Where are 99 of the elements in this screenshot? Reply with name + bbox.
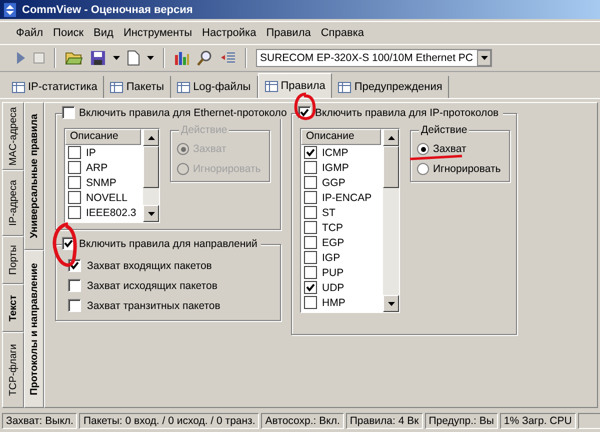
scroll-down-icon[interactable] [148, 212, 154, 216]
checkbox[interactable] [68, 176, 81, 189]
scrollbar[interactable] [143, 129, 159, 222]
list-item[interactable]: EGP [301, 235, 383, 250]
checkbox-label[interactable]: Включить правила для направлений [62, 237, 262, 250]
checkbox[interactable] [68, 206, 81, 219]
checkbox[interactable] [68, 161, 81, 174]
status-panel [578, 413, 600, 429]
adapter-dropdown[interactable]: SURECOM EP-320X-S 100/10M Ethernet PC [256, 49, 492, 67]
list-item[interactable]: HMP [301, 295, 383, 310]
app-icon [4, 2, 16, 16]
side-tab[interactable]: Текст [2, 284, 24, 332]
checkbox[interactable] [304, 206, 317, 219]
list-item[interactable]: NOVELL [65, 190, 143, 205]
tab-icon [110, 82, 124, 92]
column-header[interactable]: Описание [301, 129, 381, 145]
side-tab[interactable]: Порты [2, 236, 24, 284]
menu-item[interactable]: Вид [90, 25, 118, 41]
radio-button[interactable] [417, 143, 429, 155]
side-tab[interactable]: Универсальные правила [24, 102, 44, 250]
side-tab[interactable]: IP-адреса [2, 170, 24, 236]
scrollbar[interactable] [383, 129, 399, 312]
status-text: Предупр.: Вы [424, 413, 498, 429]
status-text: Автосохр.: Вкл. [261, 413, 344, 429]
play-icon[interactable] [16, 51, 26, 65]
list-item[interactable]: UDP [301, 280, 383, 295]
menu-item[interactable]: Инструменты [119, 25, 196, 41]
list-item[interactable]: ICMP [301, 145, 383, 160]
radio-option[interactable]: Игнорировать [417, 163, 503, 175]
checkbox[interactable] [62, 106, 75, 119]
column-header[interactable]: Описание [65, 129, 141, 145]
list-item[interactable]: IGP [301, 250, 383, 265]
list-item[interactable]: IP-ENCAP [301, 190, 383, 205]
tab-icon [264, 80, 278, 92]
checkbox[interactable] [304, 176, 317, 189]
caret-icon [480, 56, 488, 60]
radio-button[interactable] [417, 163, 429, 175]
list-item[interactable]: IP [65, 145, 143, 160]
tab-icon [177, 82, 190, 92]
status-text: Захват: Выкл. [2, 413, 78, 429]
checkbox[interactable] [68, 279, 81, 292]
tab[interactable]: Пакеты [104, 76, 172, 98]
checkbox[interactable] [304, 161, 317, 174]
checkbox[interactable] [68, 191, 81, 204]
annotation-underline [410, 154, 462, 160]
status-text: Правила: 4 Вк [346, 413, 423, 429]
menu-item[interactable]: Правила [262, 25, 315, 41]
status-text: Пакеты: 0 вход. / 0 исход. / 0 транз. [79, 413, 260, 429]
list-item[interactable]: ST [301, 205, 383, 220]
menu-item[interactable]: Поиск [49, 25, 88, 41]
checkbox[interactable] [68, 299, 81, 312]
list-item[interactable]: ARP [65, 160, 143, 175]
checkbox[interactable] [304, 221, 317, 234]
checkbox[interactable] [304, 296, 317, 309]
list-item[interactable]: SNMP [65, 175, 143, 190]
checkbox[interactable] [304, 191, 317, 204]
checkbox-label[interactable]: Захват исходящих пакетов [64, 279, 274, 292]
checkbox[interactable] [304, 281, 317, 294]
list-item[interactable]: TCP [301, 220, 383, 235]
tab[interactable]: IP-статистика [6, 76, 104, 98]
menu-item[interactable]: Файл [12, 25, 48, 41]
checkbox[interactable] [68, 146, 81, 159]
side-tab[interactable]: MAC-адреса [2, 102, 24, 170]
checkbox[interactable] [304, 146, 317, 159]
list-item[interactable]: IGMP [301, 160, 383, 175]
checkbox-label[interactable]: Захват транзитных пакетов [64, 299, 274, 312]
checkbox-label[interactable]: Захват входящих пакетов [64, 259, 274, 272]
radio-option[interactable]: Захват [417, 143, 503, 155]
scroll-thumb[interactable] [383, 146, 399, 188]
menu-item[interactable]: Справка [316, 25, 368, 41]
caret-icon[interactable] [147, 56, 154, 60]
scroll-thumb[interactable] [143, 146, 159, 188]
menu-item[interactable]: Настройка [198, 25, 260, 41]
list-item[interactable]: PUP [301, 265, 383, 280]
side-tab[interactable]: Протоколы и направление [24, 250, 44, 408]
checkbox[interactable] [304, 236, 317, 249]
folder-icon[interactable] [65, 50, 83, 66]
scroll-up-icon[interactable] [388, 136, 394, 140]
checkbox[interactable] [304, 251, 317, 264]
bar-chart-icon[interactable] [174, 50, 190, 66]
search-icon[interactable] [197, 50, 213, 66]
tab-icon [12, 82, 25, 92]
tab[interactable]: Правила [258, 73, 332, 98]
document-icon[interactable] [127, 50, 140, 66]
checkbox[interactable] [304, 266, 317, 279]
side-tab[interactable]: TCP-флаги [2, 332, 24, 408]
tab-icon [338, 82, 352, 92]
scroll-down-icon[interactable] [388, 302, 394, 306]
checkbox-label[interactable]: Включить правила для IP-протоколов [298, 106, 503, 119]
tab[interactable]: Предупреждения [332, 76, 450, 98]
window-title: CommView - Оценочная версия [22, 4, 193, 16]
status-text: 1% Загр. CPU [500, 413, 576, 429]
save-icon[interactable] [90, 50, 106, 66]
tab[interactable]: Log-файлы [171, 76, 258, 98]
scroll-up-icon[interactable] [148, 136, 154, 140]
list-item[interactable]: IEEE802.3 [65, 205, 143, 220]
caret-icon[interactable] [113, 56, 120, 60]
group-title: Действие [419, 124, 470, 136]
list-item[interactable]: GGP [301, 175, 383, 190]
